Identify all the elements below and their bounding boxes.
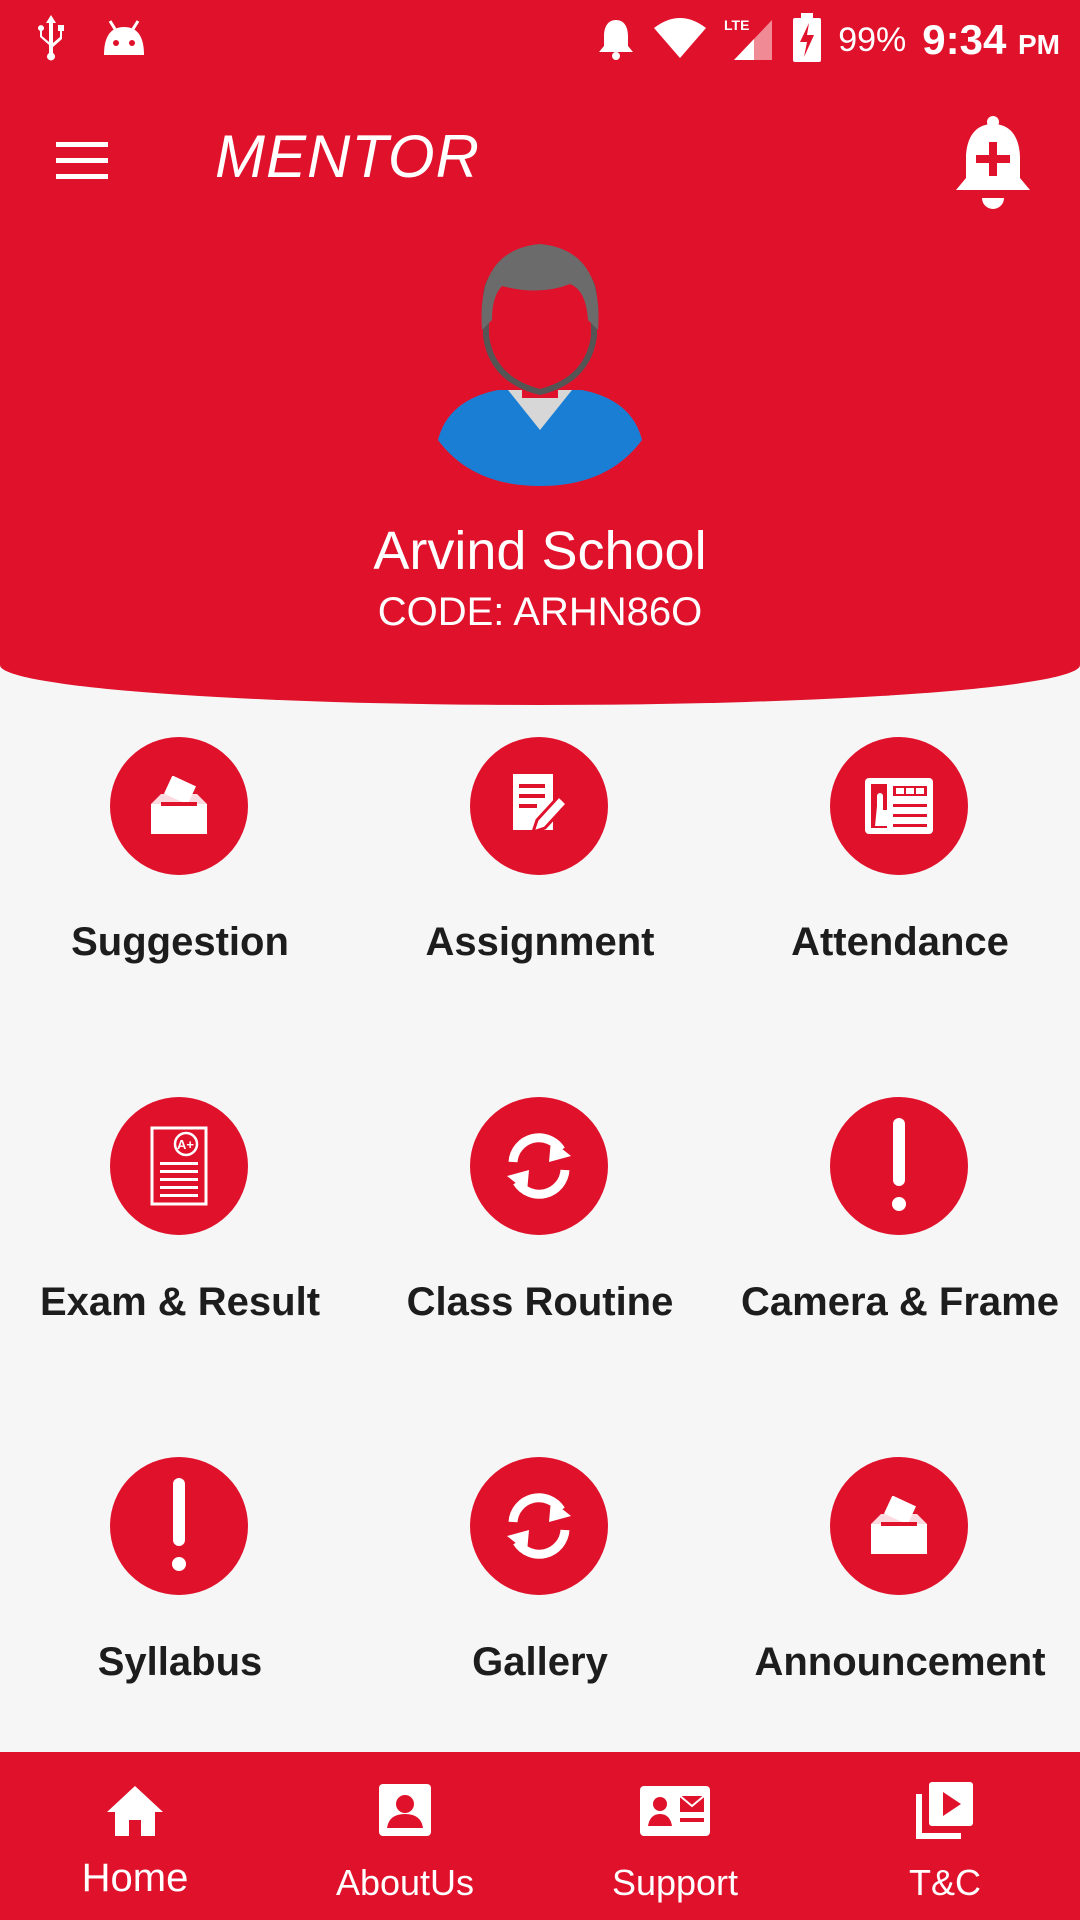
edit-document-icon	[470, 737, 608, 875]
nav-label: AboutUs	[335, 1862, 475, 1903]
attendance-machine-icon	[830, 737, 968, 875]
nav-label: T&C	[909, 1862, 981, 1903]
ballot-box-icon	[830, 1457, 968, 1595]
add-notification-icon[interactable]	[950, 114, 1036, 210]
clock-time: 9:34	[922, 16, 1007, 63]
nav-terms[interactable]: T&C	[810, 1752, 1080, 1920]
nav-support[interactable]: Support	[540, 1752, 810, 1920]
tile-label: Camera & Frame	[741, 1280, 1059, 1324]
tile-label: Announcement	[754, 1640, 1046, 1684]
tile-syllabus[interactable]: Syllabus	[0, 1425, 360, 1785]
profile-header: MENTOR Arvind School CODE: ARHN86O	[0, 80, 1080, 705]
ballot-box-icon	[110, 737, 248, 875]
grade-sheet-icon: A+	[110, 1097, 248, 1235]
refresh-icon	[470, 1097, 608, 1235]
app-title: MENTOR	[215, 123, 480, 190]
school-code: CODE: ARHN86O	[377, 590, 703, 634]
tile-class-routine[interactable]: Class Routine	[360, 1065, 720, 1425]
wifi-icon	[652, 16, 708, 65]
lte-signal-icon: LTE	[724, 14, 776, 67]
exclamation-icon	[110, 1457, 248, 1595]
svg-text:A+: A+	[177, 1137, 194, 1152]
tile-suggestion[interactable]: Suggestion	[0, 705, 360, 1065]
tile-label: Attendance	[791, 920, 1009, 964]
alarm-bell-icon	[596, 16, 636, 65]
clock: 9:34 PM	[922, 16, 1060, 64]
nav-label: Home	[81, 1856, 189, 1900]
tile-label: Syllabus	[97, 1640, 263, 1684]
avatar	[438, 240, 642, 486]
tile-camera-frame[interactable]: Camera & Frame	[720, 1065, 1080, 1425]
contact-mail-icon	[638, 1780, 712, 1840]
tile-label: Suggestion	[71, 920, 289, 964]
home-icon	[105, 1780, 165, 1840]
tile-label: Gallery	[472, 1640, 608, 1684]
clock-ampm: PM	[1018, 29, 1060, 60]
nav-home[interactable]: Home	[0, 1752, 270, 1920]
tile-announcement[interactable]: Announcement	[720, 1425, 1080, 1785]
svg-text:LTE: LTE	[724, 17, 749, 33]
account-box-icon	[375, 1780, 435, 1840]
school-name: Arvind School	[373, 521, 707, 581]
feature-grid: Suggestion Assignment Attendance A+ Exam…	[0, 705, 1080, 1750]
tile-assignment[interactable]: Assignment	[360, 705, 720, 1065]
bottom-navigation: Home AboutUs Support T&C	[0, 1752, 1080, 1920]
status-bar: LTE 99% 9:34 PM	[0, 0, 1080, 80]
tile-exam-result[interactable]: A+ Exam & Result	[0, 1065, 360, 1425]
exclamation-icon	[830, 1097, 968, 1235]
video-library-icon	[915, 1780, 975, 1840]
tile-label: Assignment	[425, 920, 655, 964]
refresh-icon	[470, 1457, 608, 1595]
nav-label: Support	[611, 1862, 739, 1903]
tile-label: Class Routine	[406, 1280, 674, 1324]
usb-icon	[34, 13, 68, 66]
nav-aboutus[interactable]: AboutUs	[270, 1752, 540, 1920]
battery-charging-icon	[792, 12, 822, 68]
tile-gallery[interactable]: Gallery	[360, 1425, 720, 1785]
battery-percent: 99%	[838, 20, 907, 59]
hamburger-menu-icon[interactable]	[52, 136, 112, 186]
tile-label: Exam & Result	[39, 1280, 321, 1324]
android-icon	[98, 17, 150, 62]
tile-attendance[interactable]: Attendance	[720, 705, 1080, 1065]
